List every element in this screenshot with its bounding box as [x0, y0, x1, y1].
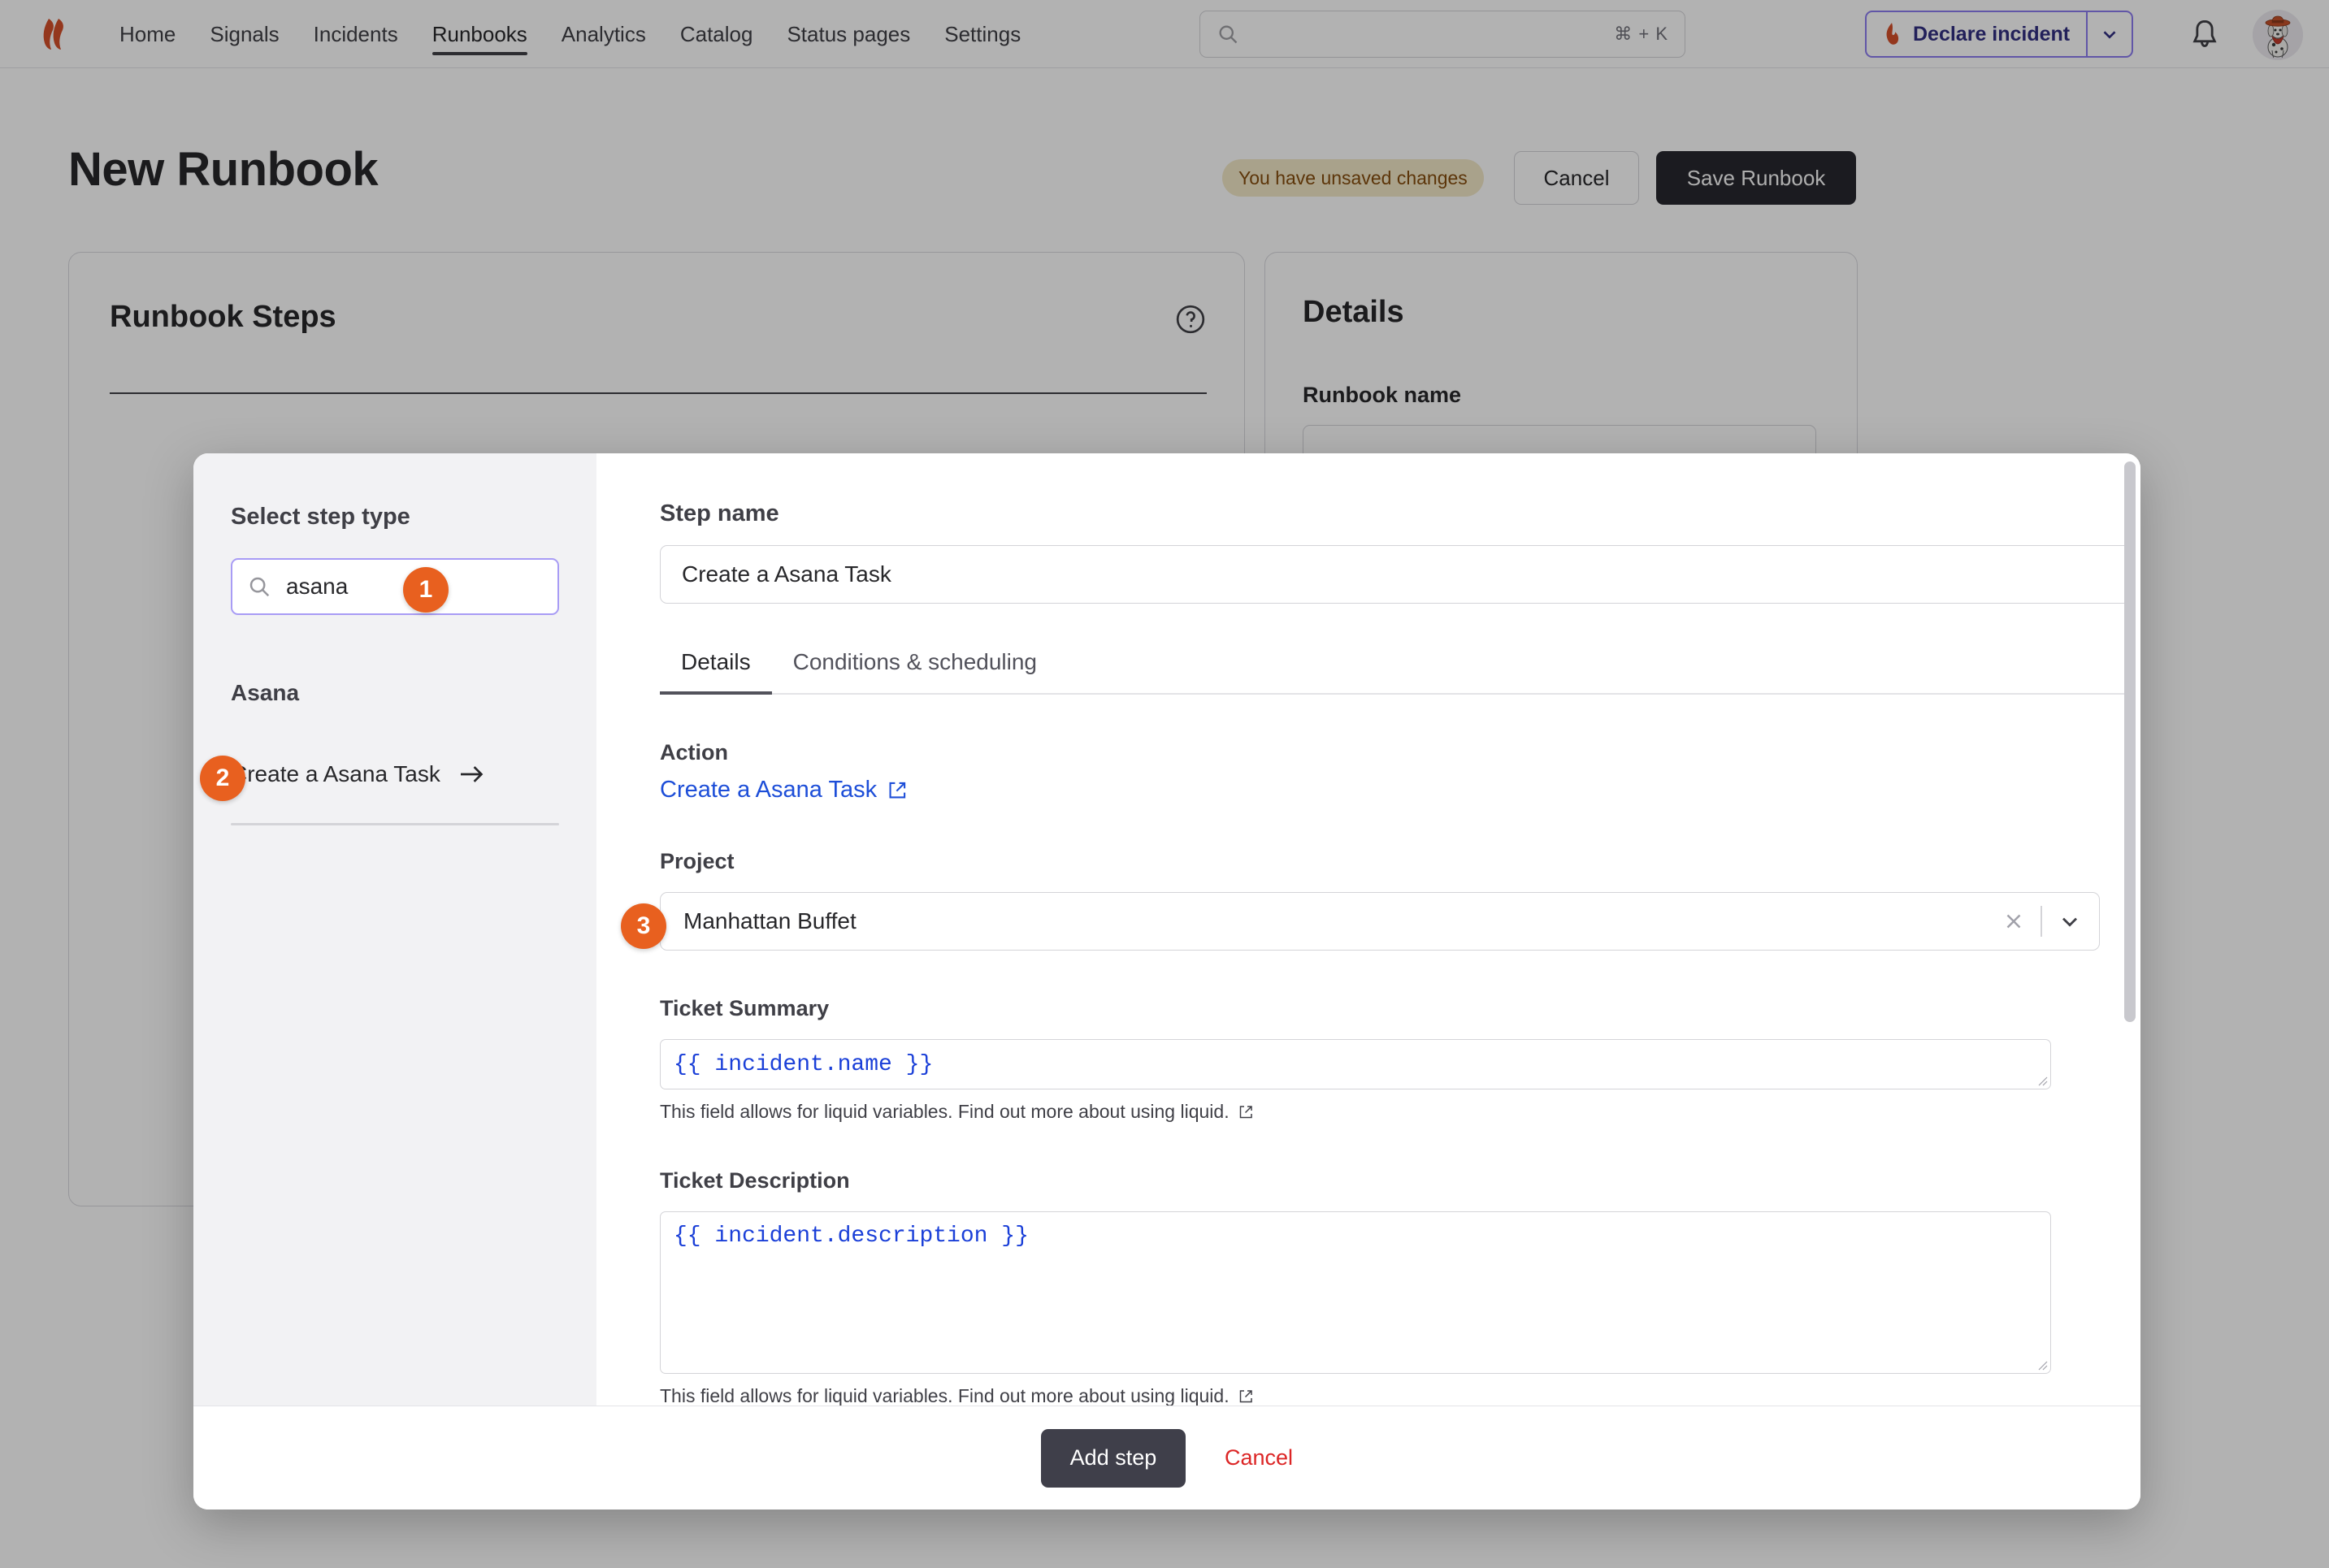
- action-link-create-asana-task[interactable]: Create a Asana Task: [660, 777, 908, 803]
- annotation-badge-1: 1: [403, 567, 449, 613]
- step-type-search-input[interactable]: asana: [231, 558, 559, 615]
- modal-cancel-button[interactable]: Cancel: [1225, 1445, 1293, 1471]
- ticket-description-helper: This field allows for liquid variables. …: [660, 1385, 2066, 1406]
- external-link-icon[interactable]: [1238, 1388, 1254, 1405]
- step-type-group-heading-asana: Asana: [231, 680, 300, 705]
- select-step-type-heading: Select step type: [231, 504, 410, 530]
- chevron-down-icon[interactable]: [2057, 908, 2083, 934]
- resize-handle-icon[interactable]: [2035, 1073, 2048, 1086]
- ticket-summary-label: Ticket Summary: [660, 996, 830, 1020]
- annotation-badge-3: 3: [621, 903, 666, 949]
- external-link-icon[interactable]: [1238, 1104, 1254, 1120]
- ticket-description-label: Ticket Description: [660, 1168, 850, 1193]
- arrow-right-icon: [458, 763, 486, 786]
- add-step-modal: Select step type asana Asana Create a As…: [193, 453, 2140, 1510]
- ticket-description-textarea[interactable]: {{ incident.description }}: [660, 1211, 2051, 1374]
- ticket-description-section: Ticket Description {{ incident.descripti…: [660, 1168, 2066, 1406]
- step-name-input[interactable]: Create a Asana Task: [660, 545, 2132, 604]
- step-config-tabs: Details Conditions & scheduling: [660, 649, 2132, 695]
- ticket-description-value: {{ incident.description }}: [674, 1224, 1029, 1249]
- select-separator: [2041, 906, 2042, 937]
- sidebar-divider: [231, 823, 559, 825]
- external-link-icon: [887, 780, 908, 801]
- modal-body: Select step type asana Asana Create a As…: [193, 453, 2140, 1406]
- action-label: Action: [660, 740, 728, 765]
- step-type-sidebar: Select step type asana Asana Create a As…: [193, 453, 596, 1406]
- step-type-search-value: asana: [286, 574, 349, 599]
- resize-handle-icon[interactable]: [2035, 1358, 2048, 1371]
- ticket-description-helper-text: This field allows for liquid variables. …: [660, 1385, 1230, 1406]
- ticket-summary-input[interactable]: {{ incident.name }}: [660, 1039, 2051, 1089]
- ticket-summary-helper: This field allows for liquid variables. …: [660, 1101, 2066, 1123]
- step-type-option-label: Create a Asana Task: [231, 761, 440, 786]
- close-x-icon[interactable]: [2002, 909, 2026, 933]
- step-type-option-create-asana-task[interactable]: Create a Asana Task: [231, 761, 559, 787]
- project-select-value: Manhattan Buffet: [683, 908, 857, 933]
- page-background: Home Signals Incidents Runbooks Analytic…: [0, 0, 2329, 1568]
- project-select[interactable]: Manhattan Buffet: [660, 892, 2100, 951]
- search-icon: [247, 574, 271, 599]
- annotation-badge-2: 2: [200, 756, 245, 801]
- project-section: Project Manhattan Buffet: [660, 849, 2100, 951]
- step-config-panel: Step name Create a Asana Task Details Co…: [596, 453, 2140, 1406]
- ticket-summary-value: {{ incident.name }}: [674, 1051, 934, 1077]
- modal-scrollbar-thumb[interactable]: [2124, 461, 2136, 1022]
- tab-details[interactable]: Details: [660, 649, 772, 695]
- add-step-button[interactable]: Add step: [1040, 1428, 1186, 1488]
- step-name-label: Step name: [660, 500, 779, 526]
- ticket-summary-section: Ticket Summary {{ incident.name }} This …: [660, 996, 2066, 1123]
- project-label: Project: [660, 849, 735, 873]
- action-section: Action Create a Asana Task: [660, 740, 2066, 803]
- modal-footer: Add step Cancel: [193, 1406, 2140, 1510]
- action-link-label: Create a Asana Task: [660, 777, 878, 803]
- tab-conditions-scheduling[interactable]: Conditions & scheduling: [772, 649, 1058, 693]
- modal-scrollbar[interactable]: [2124, 461, 2136, 1315]
- ticket-summary-helper-text: This field allows for liquid variables. …: [660, 1101, 1230, 1122]
